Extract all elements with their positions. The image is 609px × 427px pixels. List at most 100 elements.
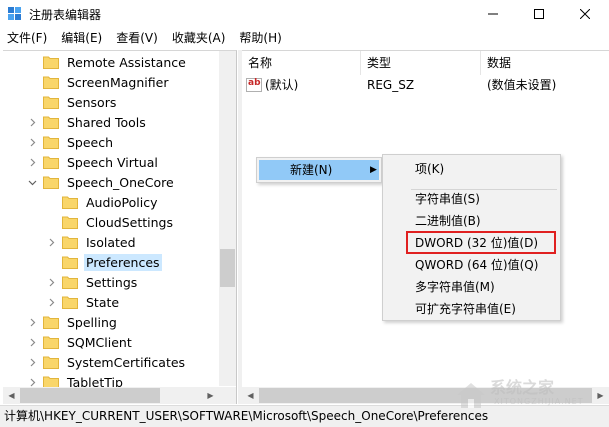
context-menu: 新建(N) ▶ <box>256 157 382 183</box>
tree-item[interactable]: Shared Tools <box>27 112 148 132</box>
context-menu-new[interactable]: 新建(N) ▶ <box>259 160 379 180</box>
menu-favorites[interactable]: 收藏夹(A) <box>165 28 233 48</box>
folder-icon <box>62 255 78 269</box>
submenu-arrow-icon: ▶ <box>370 165 377 175</box>
menu-bar: 文件(F) 编辑(E) 查看(V) 收藏夹(A) 帮助(H) <box>0 28 609 48</box>
tree-horizontal-scroll-thumb[interactable] <box>20 388 160 403</box>
menu-view[interactable]: 查看(V) <box>109 28 165 48</box>
folder-icon <box>43 335 59 349</box>
tree-item[interactable]: Speech_OneCore <box>27 172 176 192</box>
value-name: (默认) <box>265 78 299 92</box>
close-button[interactable] <box>562 0 608 27</box>
tree-item[interactable]: SystemCertificates <box>27 352 187 372</box>
folder-icon <box>62 215 78 229</box>
tree-item-label: Preferences <box>84 253 162 271</box>
column-header-name[interactable]: 名称 <box>242 51 361 75</box>
tree-item[interactable]: Settings <box>46 272 139 292</box>
watermark-url: XITONGZHIJIA.NET <box>494 397 584 406</box>
tree-item[interactable]: Speech Virtual <box>27 152 160 172</box>
chevron-right-icon[interactable] <box>27 157 37 167</box>
submenu-item-key[interactable]: 项(K) <box>415 159 444 179</box>
tree-item-label: State <box>86 294 120 310</box>
folder-icon <box>43 355 59 369</box>
tree-item-label: Spelling <box>67 314 117 330</box>
menu-help[interactable]: 帮助(H) <box>232 28 288 48</box>
submenu-item-qword-value[interactable]: QWORD (64 位)值(Q) <box>415 255 538 275</box>
tree-item-label: Speech Virtual <box>67 154 158 170</box>
tree-item-label: Settings <box>86 274 138 290</box>
menu-edit[interactable]: 编辑(E) <box>54 28 109 48</box>
folder-icon <box>43 95 59 109</box>
maximize-button[interactable] <box>516 0 562 27</box>
scroll-right-arrow-icon[interactable]: ▶ <box>202 387 219 404</box>
submenu-item-expandable-string-value[interactable]: 可扩充字符串值(E) <box>415 299 516 319</box>
tree-item-label: Speech_OneCore <box>67 174 174 190</box>
tree-item[interactable]: ScreenMagnifier <box>27 72 170 92</box>
tree-item[interactable]: CloudSettings <box>46 212 175 232</box>
chevron-right-icon[interactable] <box>46 237 56 247</box>
tree-item[interactable]: Spelling <box>27 312 119 332</box>
chevron-right-icon[interactable] <box>27 317 37 327</box>
tree-item[interactable]: AudioPolicy <box>46 192 159 212</box>
submenu-item-multi-string-value[interactable]: 多字符串值(M) <box>415 277 495 297</box>
chevron-right-icon[interactable] <box>27 337 37 347</box>
tree-item[interactable]: Sensors <box>27 92 118 112</box>
scroll-left-arrow-icon[interactable]: ◀ <box>3 387 20 404</box>
tree-vertical-scrollbar[interactable] <box>219 51 236 386</box>
chevron-right-icon[interactable] <box>46 297 56 307</box>
folder-icon <box>43 75 59 89</box>
folder-icon <box>62 195 78 209</box>
chevron-right-icon[interactable] <box>27 117 37 127</box>
folder-icon <box>43 115 59 129</box>
watermark-text: 系统之家 <box>490 378 555 397</box>
chevron-right-icon[interactable] <box>27 137 37 147</box>
tree-item[interactable]: State <box>46 292 121 312</box>
registry-tree-pane[interactable]: Remote Assistance ScreenMagnifier Sensors S… <box>3 50 237 404</box>
context-menu-new-label: 新建(N) <box>290 163 333 177</box>
folder-icon <box>43 135 59 149</box>
folder-icon <box>43 315 59 329</box>
folder-icon <box>62 275 78 289</box>
tree-item-label: ScreenMagnifier <box>67 74 169 90</box>
column-header-type[interactable]: 类型 <box>361 51 481 75</box>
value-data: (数值未设置) <box>487 78 557 92</box>
tree-item-label: AudioPolicy <box>86 194 158 210</box>
tree-vertical-scroll-thumb[interactable] <box>220 249 235 287</box>
title-bar: 注册表编辑器 <box>0 0 609 27</box>
minimize-button[interactable] <box>470 0 516 27</box>
chevron-right-icon[interactable] <box>46 277 56 287</box>
chevron-right-icon[interactable] <box>27 377 37 387</box>
folder-icon <box>43 55 59 69</box>
window-title: 注册表编辑器 <box>29 8 102 22</box>
value-row[interactable]: ab (默认) REG_SZ (数值未设置) <box>242 75 609 95</box>
chevron-right-icon[interactable] <box>27 357 37 367</box>
submenu-item-string-value[interactable]: 字符串值(S) <box>415 189 480 209</box>
house-icon <box>457 383 485 408</box>
column-header-data[interactable]: 数据 <box>481 51 609 75</box>
tree-item-label: Shared Tools <box>67 114 146 130</box>
tree-item-label: CloudSettings <box>86 214 173 230</box>
submenu-item-binary-value[interactable]: 二进制值(B) <box>415 211 481 231</box>
chevron-down-icon[interactable] <box>27 177 37 187</box>
folder-icon <box>62 295 78 309</box>
tree-item-label: Isolated <box>86 234 136 250</box>
folder-icon <box>62 235 78 249</box>
tree-item[interactable]: Remote Assistance <box>27 52 188 72</box>
tree-item-label: Remote Assistance <box>67 54 186 70</box>
menu-file[interactable]: 文件(F) <box>0 28 54 48</box>
tree-item-label: Speech <box>67 134 114 150</box>
value-type: REG_SZ <box>367 78 415 92</box>
string-value-icon: ab <box>246 78 262 92</box>
folder-icon <box>43 155 59 169</box>
tree-item[interactable]: SQMClient <box>27 332 134 352</box>
list-scroll-left-arrow-icon[interactable]: ◀ <box>242 387 259 404</box>
tree-item[interactable]: Isolated <box>46 232 138 252</box>
tree-item-label: SystemCertificates <box>67 354 186 370</box>
tree-item[interactable]: Preferences <box>46 252 162 272</box>
tree-item[interactable]: Speech <box>27 132 115 152</box>
